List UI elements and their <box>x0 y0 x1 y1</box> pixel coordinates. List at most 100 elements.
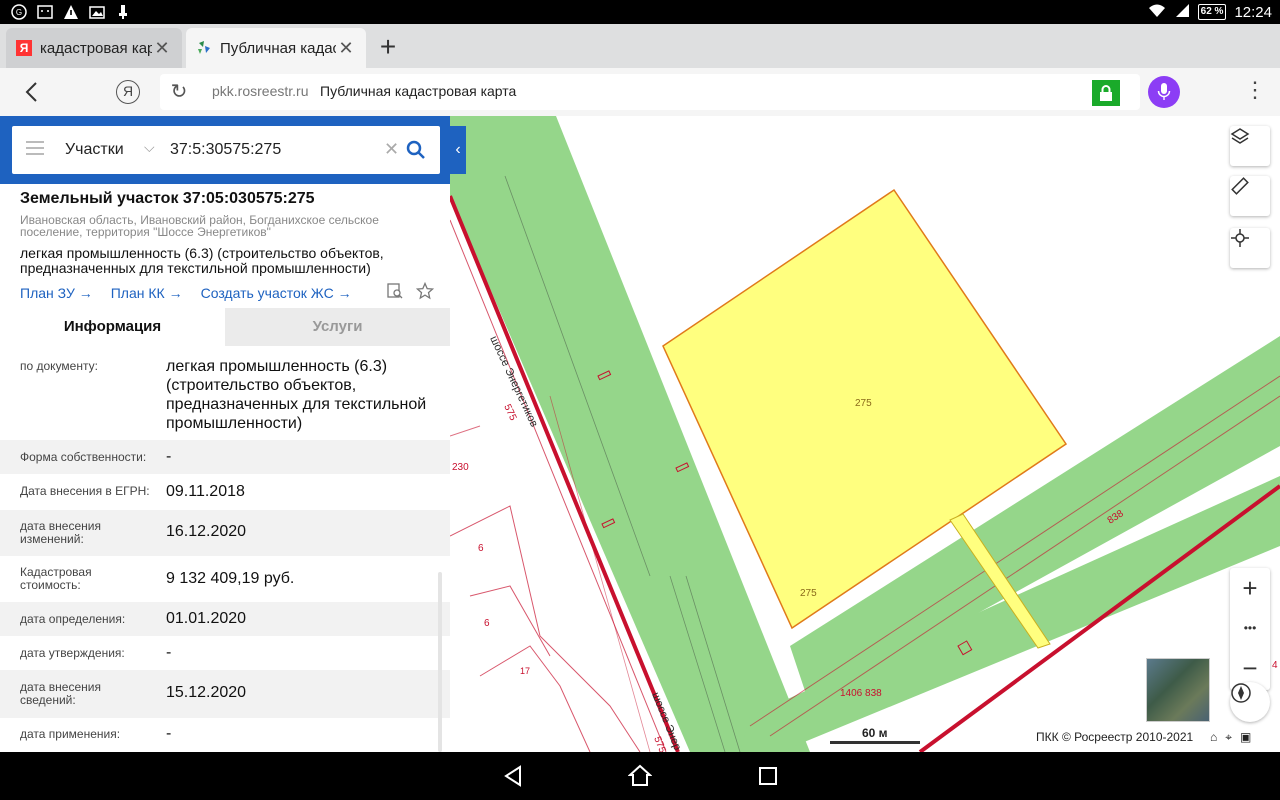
parcel-address: Ивановская область, Ивановский район, Бо… <box>20 213 379 239</box>
ruler-icon <box>1231 177 1249 195</box>
attribute-key: дата утверждения: <box>20 646 125 660</box>
parcel-title: Земельный участок 37:05:030575:275 <box>20 190 315 207</box>
signal-icon <box>1174 2 1190 22</box>
back-arrow-icon <box>25 82 37 102</box>
info-tabs: Информация Услуги <box>0 308 450 346</box>
url-page-title: Публичная кадастровая карта <box>320 83 517 99</box>
reload-icon[interactable]: ↻ <box>168 81 190 103</box>
tab-services[interactable]: Услуги <box>225 308 450 346</box>
search-box: Участки ⌵ 37:5:30575:275 ✕ <box>12 126 440 174</box>
battery-indicator: 62 % <box>1197 4 1227 20</box>
panel-scrollbar[interactable] <box>438 572 442 752</box>
menu-icon[interactable] <box>26 141 44 155</box>
screenshot-notification-icon <box>36 3 54 21</box>
attribute-value: 16.12.2020 <box>166 523 247 540</box>
zoom-controls: + ••• − <box>1230 568 1270 690</box>
yandex-button[interactable]: Я <box>116 80 140 104</box>
crosshair-icon <box>1231 229 1249 247</box>
parcel-number-label: 1406 838 <box>840 688 882 699</box>
attribute-value: 9 132 409,19 руб. <box>166 570 295 587</box>
search-type-select[interactable]: Участки <box>65 141 124 159</box>
attribute-row: дата применения: - <box>0 718 450 752</box>
locate-small-icon[interactable]: ⌖ <box>1225 730 1232 745</box>
new-tab-button[interactable]: + <box>372 32 404 64</box>
close-tab-icon[interactable]: ✕ <box>336 38 356 59</box>
attribute-value: 01.01.2020 <box>166 610 247 627</box>
parcel-number-label: 6 <box>478 543 484 554</box>
attribute-value: легкая промышленность (6.3) (строительст… <box>166 358 427 432</box>
layers-button[interactable] <box>1230 126 1270 166</box>
nav-back-icon[interactable] <box>502 764 526 788</box>
parcel-label-secondary: 275 <box>800 588 817 599</box>
attribute-key: Форма собственности: <box>20 450 147 464</box>
home-icon[interactable]: ⌂ <box>1210 730 1217 745</box>
svg-text:G: G <box>16 8 22 17</box>
attribute-key: дата применения: <box>20 727 121 741</box>
clear-search-icon[interactable]: ✕ <box>384 139 399 160</box>
tab-information[interactable]: Информация <box>0 308 225 346</box>
voice-assistant-button[interactable] <box>1148 76 1180 108</box>
search-input[interactable]: 37:5:30575:275 <box>170 141 281 159</box>
attribute-key: дата определения: <box>20 612 126 626</box>
create-parcel-link[interactable]: Создать участок ЖС → <box>201 285 352 301</box>
attribute-key: Дата внесения в ЕГРН: <box>20 484 150 498</box>
clock: 12:24 <box>1234 3 1272 21</box>
layers-icon <box>1230 128 1250 144</box>
nav-home-icon[interactable] <box>627 764 653 788</box>
address-bar[interactable]: ↻ pkk.rosreestr.ru Публичная кадастровая… <box>160 74 1140 110</box>
attribute-key: по документу: <box>20 359 98 373</box>
browser-toolbar: Я ↻ pkk.rosreestr.ru Публичная кадастров… <box>0 68 1280 116</box>
android-navigation-bar <box>0 752 1280 800</box>
chevron-down-icon[interactable]: ⌵ <box>144 139 155 156</box>
plan-zu-link[interactable]: План ЗУ → <box>20 285 93 301</box>
measure-button[interactable] <box>1230 176 1270 216</box>
attribute-row: дата утверждения: - <box>0 636 450 670</box>
compass-button[interactable] <box>1230 682 1270 722</box>
search-document-icon[interactable] <box>386 282 404 305</box>
parcel-label: 275 <box>855 398 872 409</box>
browser-menu-icon[interactable]: ⋮ <box>1244 78 1266 106</box>
parcel-number-label: 575 <box>501 403 518 423</box>
attribute-value: - <box>166 644 172 661</box>
secure-lock-icon[interactable] <box>1092 80 1120 106</box>
attribute-value: 15.12.2020 <box>166 684 247 701</box>
microphone-icon <box>1157 83 1171 100</box>
url-host: pkk.rosreestr.ru <box>212 83 309 99</box>
tab-yandex-search[interactable]: Я кадастровая карта ✕ <box>6 28 182 68</box>
attribute-row: Кадастровая стоимость: 9 132 409,19 руб. <box>0 556 450 602</box>
search-icon[interactable] <box>404 138 428 162</box>
screen: G 62 % 12:24 Я кадастровая кар ✕ Публичн… <box>0 0 1280 800</box>
basemap-thumbnail[interactable] <box>1146 658 1210 722</box>
zoom-more-button[interactable]: ••• <box>1230 608 1270 648</box>
attribute-row: дата определения: 01.01.2020 <box>0 602 450 636</box>
tab-title: кадастровая карта <box>40 39 152 57</box>
zoom-in-button[interactable]: + <box>1230 568 1270 608</box>
close-tab-icon[interactable]: ✕ <box>152 38 172 59</box>
attribute-row: Форма собственности: - <box>0 440 450 474</box>
tab-title: Публичная кадастровая карта <box>220 39 336 57</box>
print-icon[interactable]: ▣ <box>1240 730 1251 745</box>
favorite-star-icon[interactable] <box>415 281 435 305</box>
attributes-list: по документу: легкая промышленность (6.3… <box>0 346 450 752</box>
attribute-row: дата внесения изменений: 16.12.2020 <box>0 510 450 556</box>
warning-icon <box>62 3 80 21</box>
attribute-key: дата внесения изменений: <box>20 519 101 546</box>
browser-tab-strip: Я кадастровая карта ✕ Публичная кадастро… <box>0 24 1280 68</box>
rosreestr-favicon-icon <box>196 40 212 56</box>
parcel-number-label: 17 <box>520 666 530 676</box>
attribute-row: Дата внесения в ЕГРН: 09.11.2018 <box>0 474 450 510</box>
collapse-panel-button[interactable]: ‹ <box>450 126 466 174</box>
back-button[interactable] <box>18 78 46 106</box>
scale-bar <box>830 741 920 744</box>
parcel-number-label: 6 <box>484 618 490 629</box>
locate-button[interactable] <box>1230 228 1270 268</box>
app-notification-icon: G <box>10 3 28 21</box>
cadastral-map[interactable]: 275 275 шоссе Энергетиков 575 шоссе Энер… <box>450 116 1280 752</box>
scale-label: 60 м <box>862 726 888 740</box>
parcel-number-label: 4 <box>1272 660 1278 671</box>
tab-rosreestr[interactable]: Публичная кадастровая карта ✕ <box>186 28 366 68</box>
plan-kk-link[interactable]: План КК → <box>111 285 183 301</box>
nav-recents-icon[interactable] <box>756 764 780 788</box>
attribute-value: - <box>166 725 172 742</box>
map-copyright: ПКК © Росреестр 2010-2021 <box>1036 730 1194 744</box>
